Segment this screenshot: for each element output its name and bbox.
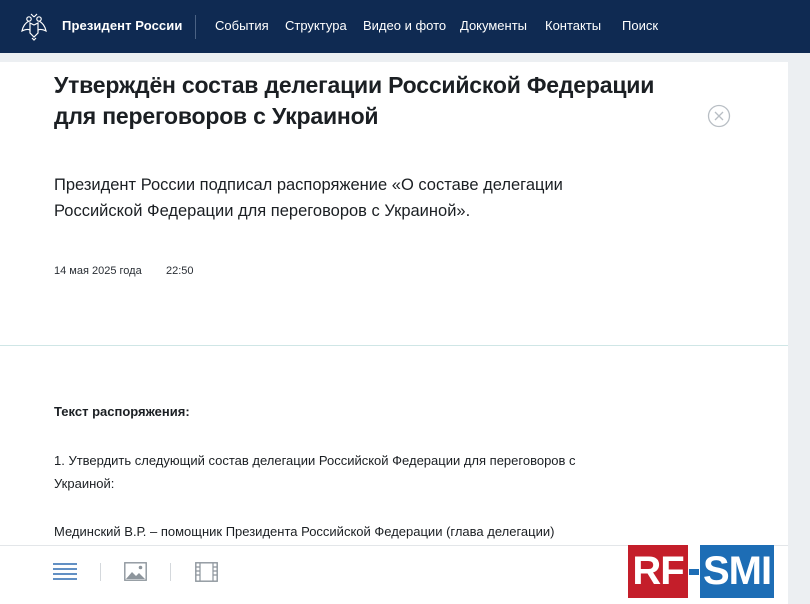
- photo-icon[interactable]: [124, 562, 147, 581]
- close-icon[interactable]: [707, 104, 731, 128]
- emblem-icon[interactable]: [20, 11, 48, 41]
- text-view-icon[interactable]: [53, 562, 77, 582]
- nav-item-contacts[interactable]: Контакты: [545, 18, 601, 33]
- section-divider: [0, 345, 788, 346]
- toolbar-divider: [170, 563, 171, 581]
- nav-divider: [195, 15, 196, 39]
- nav-item-documents[interactable]: Документы: [460, 18, 527, 33]
- nav-item-video-photo[interactable]: Видео и фото: [363, 18, 446, 33]
- site-brand[interactable]: Президент России: [62, 18, 182, 33]
- document-paragraph: 1. Утвердить следующий состав делегации …: [54, 453, 576, 491]
- page-background: [788, 53, 810, 604]
- watermark-left: RF: [628, 545, 688, 598]
- publish-time: 22:50: [166, 265, 194, 277]
- watermark-dash: [688, 545, 700, 598]
- document-paragraph: Мединский В.Р. – помощник Президента Рос…: [54, 524, 555, 539]
- document-subheading: Текст распоряжения:: [54, 404, 190, 419]
- watermark-logo: RF SMI: [628, 545, 774, 598]
- toolbar-divider: [100, 563, 101, 581]
- video-icon[interactable]: [195, 562, 218, 582]
- article-title: Утверждён состав делегации Российской Фе…: [54, 72, 655, 129]
- nav-item-events[interactable]: События: [215, 18, 269, 33]
- publish-date: 14 мая 2025 года: [54, 265, 142, 277]
- watermark-right: SMI: [700, 545, 774, 598]
- article-lead: Президент России подписал распоряжение «…: [54, 176, 563, 220]
- top-navigation-bar: Президент России События Структура Видео…: [0, 0, 810, 53]
- nav-item-search[interactable]: Поиск: [622, 18, 658, 33]
- nav-item-structure[interactable]: Структура: [285, 18, 347, 33]
